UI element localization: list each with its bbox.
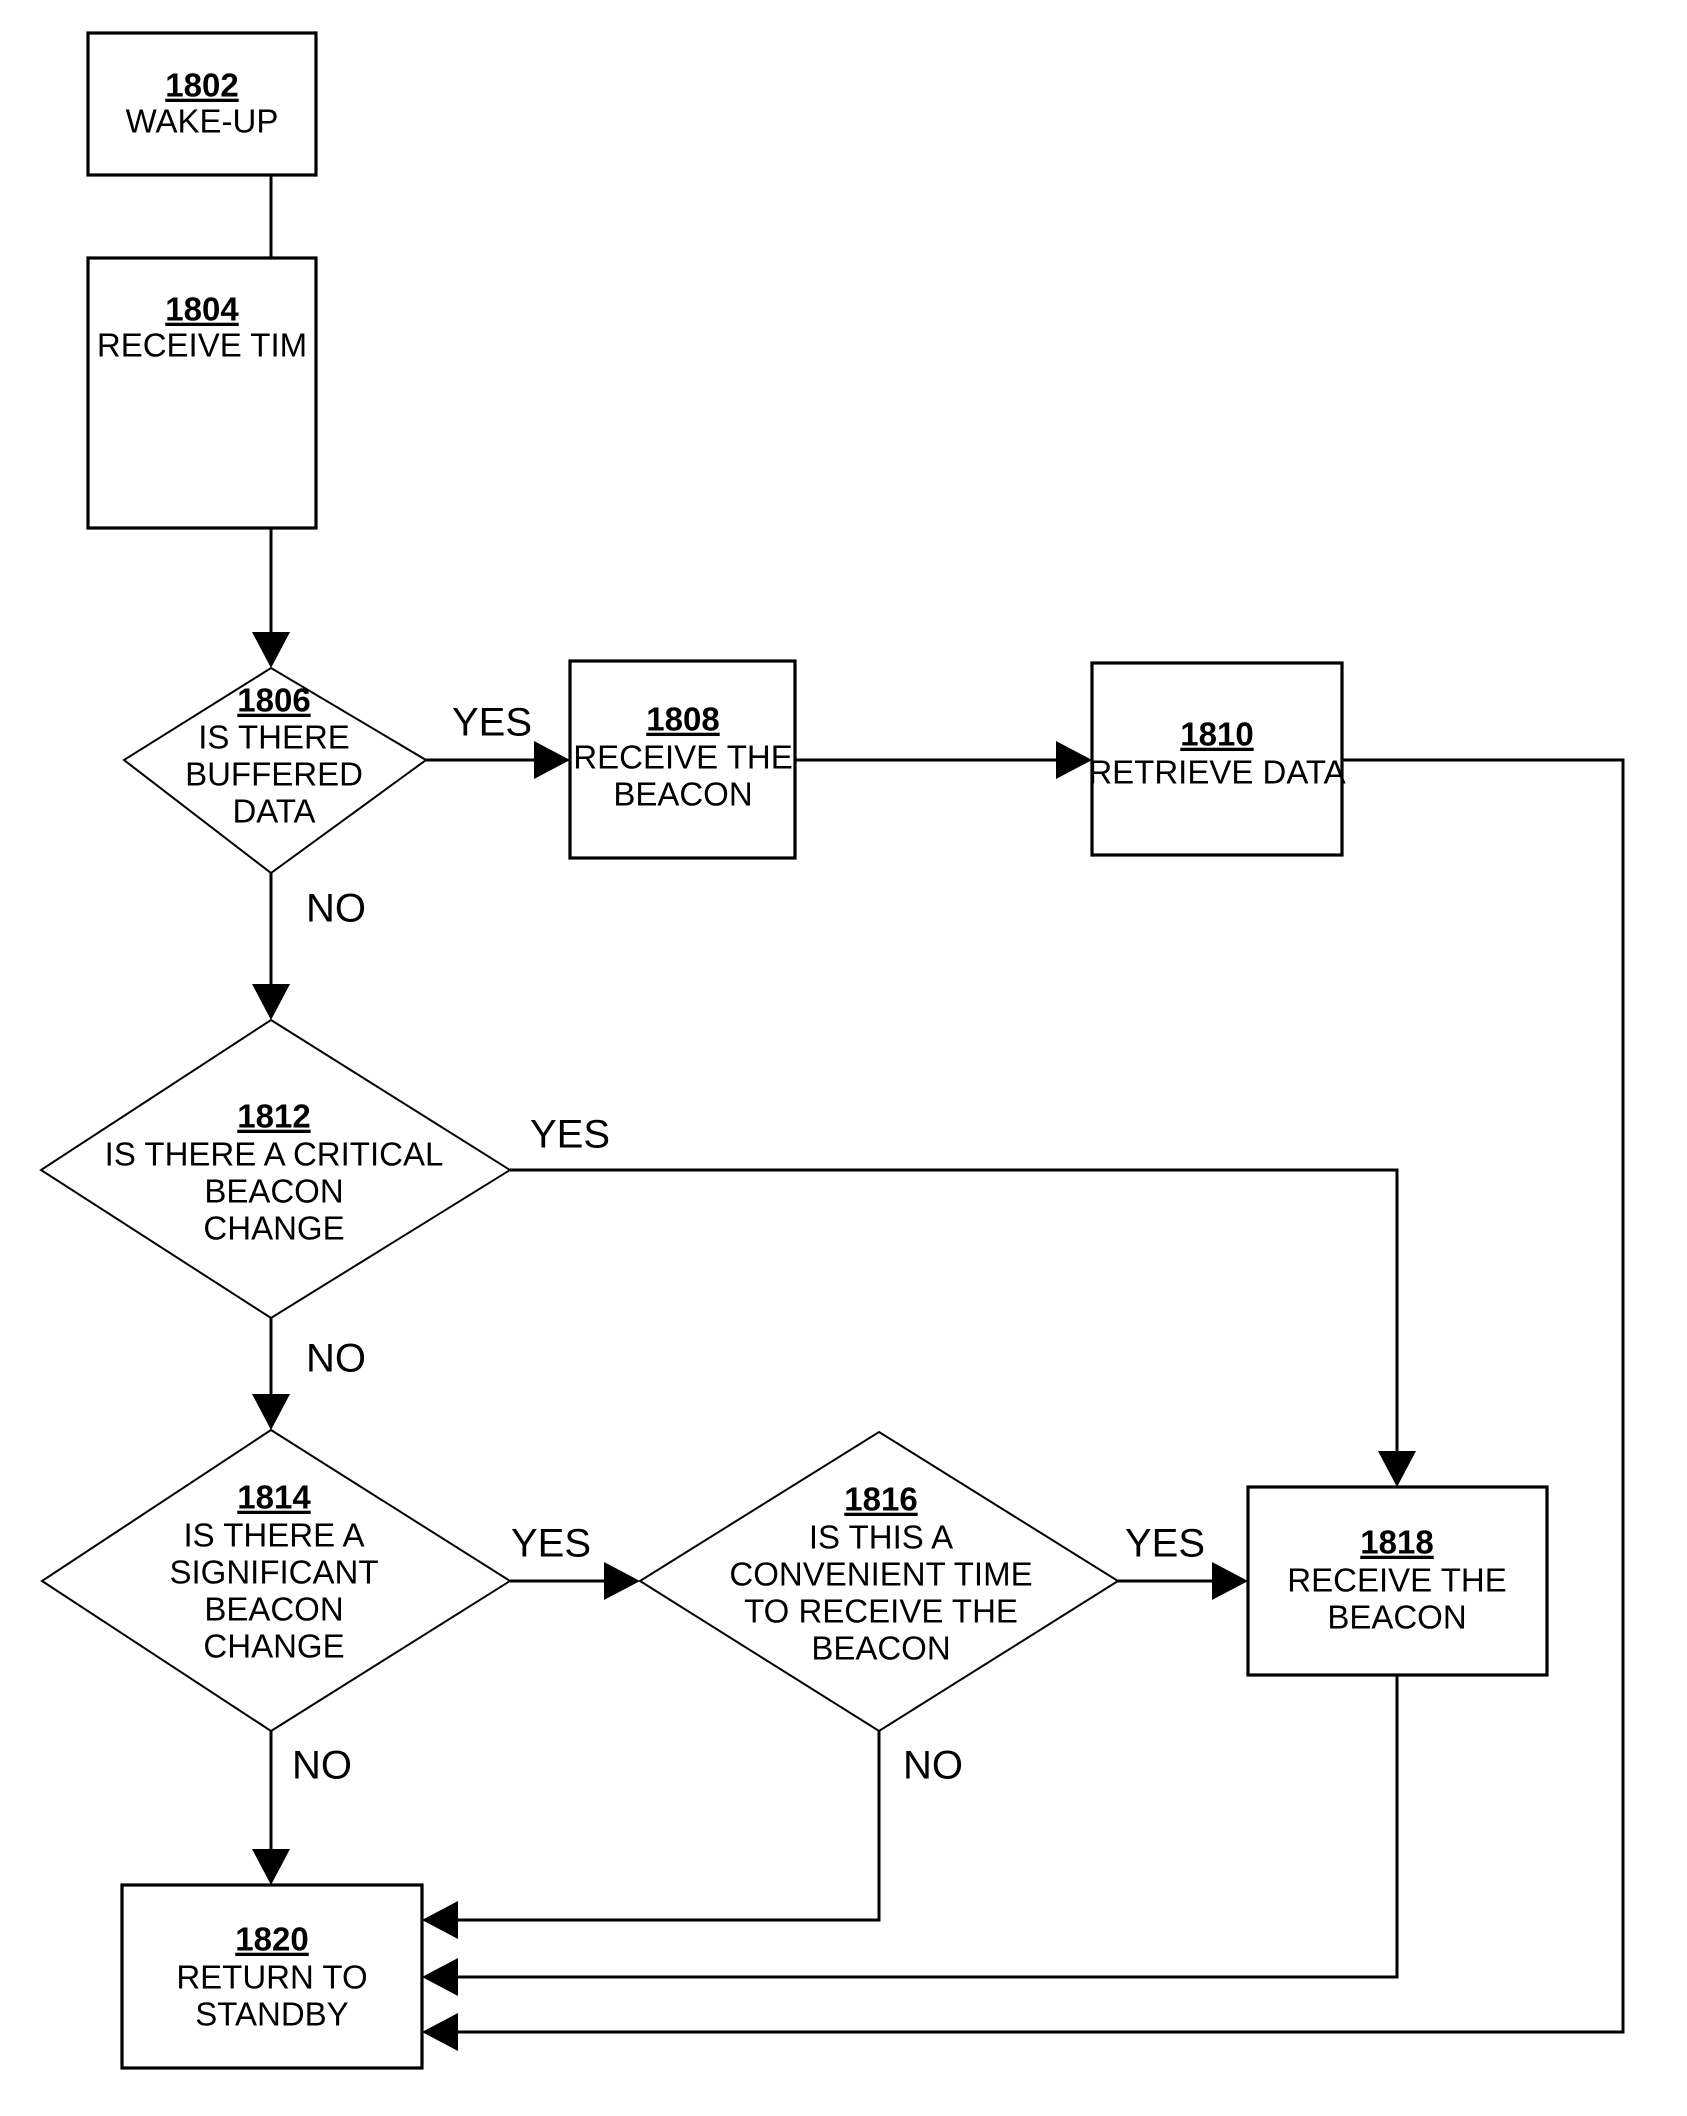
node-1816-ref: 1816 (844, 1481, 917, 1518)
node-1804-ref: 1804 (165, 291, 239, 328)
node-1806-line-0: IS THERE (198, 719, 350, 756)
edge-label-1806-yes: YES (452, 701, 532, 745)
arrowhead-icon (422, 1901, 458, 1939)
node-1802-line-0: WAKE-UP (126, 103, 279, 140)
flowchart-figure: 1802 WAKE-UP 1804 RECEIVE TIM 1806 IS TH… (0, 0, 1687, 2116)
arrowhead-icon (252, 984, 290, 1020)
node-1814-line-0: IS THERE A (184, 1517, 365, 1554)
node-1802[interactable]: 1802 WAKE-UP (86, 31, 318, 177)
edge-label-1812-no: NO (306, 1337, 366, 1381)
node-1812[interactable]: 1812 IS THERE A CRITICAL BEACON CHANGE (39, 1018, 512, 1320)
arrowhead-icon (1378, 1451, 1416, 1487)
edge-1818-to-1820 (422, 1675, 1399, 1996)
edge-label-1816-no: NO (903, 1744, 963, 1788)
arrowhead-icon (604, 1562, 640, 1600)
node-1812-line-1: BEACON (204, 1173, 343, 1210)
node-1806[interactable]: 1806 IS THERE BUFFERED DATA (122, 666, 428, 875)
node-1808-line-1: BEACON (613, 776, 752, 813)
edge-1804-to-1806 (252, 528, 290, 668)
node-1806-line-1: BUFFERED (185, 756, 363, 793)
node-1818-ref: 1818 (1360, 1524, 1433, 1561)
node-1816[interactable]: 1816 IS THIS A CONVENIENT TIME TO RECEIV… (638, 1430, 1120, 1733)
arrowhead-icon (534, 741, 570, 779)
node-1810[interactable]: 1810 RETRIEVE DATA (1088, 661, 1346, 857)
node-1818[interactable]: 1818 RECEIVE THE BEACON (1246, 1485, 1549, 1677)
arrowhead-icon (422, 2013, 458, 2051)
node-1814[interactable]: 1814 IS THERE A SIGNIFICANT BEACON CHANG… (40, 1428, 512, 1733)
arrowhead-icon (252, 632, 290, 668)
flowchart-canvas: 1802 WAKE-UP 1804 RECEIVE TIM 1806 IS TH… (39, 31, 1625, 2070)
node-1808-line-0: RECEIVE THE (573, 739, 792, 776)
node-1816-line-3: BEACON (811, 1630, 950, 1667)
node-1804[interactable]: 1804 RECEIVE TIM (86, 256, 318, 530)
node-1816-line-2: TO RECEIVE THE (744, 1593, 1018, 1630)
edge-label-1812-yes: YES (530, 1113, 610, 1157)
edge-1808-to-1810 (795, 741, 1092, 779)
edge-1816-no-to-1820 (422, 1731, 881, 1939)
node-1810-line-0: RETRIEVE DATA (1088, 754, 1345, 791)
edge-label-1814-yes: YES (511, 1522, 591, 1566)
arrowhead-icon (252, 1849, 290, 1885)
node-1814-line-1: SIGNIFICANT (169, 1554, 378, 1591)
node-1808-ref: 1808 (646, 701, 719, 738)
node-1812-line-0: IS THERE A CRITICAL (105, 1136, 444, 1173)
node-1820-ref: 1820 (235, 1921, 308, 1958)
edge-1812-yes-to-1818 (510, 1168, 1416, 1487)
node-1812-line-2: CHANGE (203, 1210, 344, 1247)
node-1814-ref: 1814 (237, 1479, 311, 1516)
node-1820[interactable]: 1820 RETURN TO STANDBY (120, 1883, 424, 2070)
edge-label-1814-no: NO (292, 1744, 352, 1788)
node-1820-line-0: RETURN TO (176, 1959, 367, 1996)
edge-1814-yes-to-1816 (510, 1562, 640, 1600)
arrowhead-icon (1212, 1562, 1248, 1600)
node-1816-line-1: CONVENIENT TIME (729, 1556, 1032, 1593)
node-1812-ref: 1812 (237, 1098, 310, 1135)
node-1806-line-2: DATA (232, 793, 315, 830)
arrowhead-icon (422, 1958, 458, 1996)
edge-1806-no-to-1812 (252, 873, 290, 1020)
node-1818-line-1: BEACON (1327, 1599, 1466, 1636)
edge-label-1806-no: NO (306, 887, 366, 931)
node-1820-line-1: STANDBY (195, 1996, 348, 2033)
node-1814-line-3: CHANGE (203, 1628, 344, 1665)
edge-1806-yes-to-1808 (426, 741, 570, 779)
arrowhead-icon (252, 1394, 290, 1430)
node-1818-line-0: RECEIVE THE (1287, 1562, 1506, 1599)
edge-1816-yes-to-1818 (1118, 1562, 1248, 1600)
node-1808[interactable]: 1808 RECEIVE THE BEACON (568, 659, 797, 860)
node-1804-line-0: RECEIVE TIM (97, 327, 307, 364)
node-1816-line-0: IS THIS A (809, 1519, 953, 1556)
edge-1814-no-to-1820 (252, 1731, 290, 1885)
node-1814-line-2: BEACON (204, 1591, 343, 1628)
edge-label-1816-yes: YES (1125, 1522, 1205, 1566)
node-1802-ref: 1802 (165, 67, 238, 104)
arrowhead-icon (1056, 741, 1092, 779)
edge-1810-to-1820 (422, 758, 1625, 2051)
edge-1812-no-to-1814 (252, 1318, 290, 1430)
node-1806-ref: 1806 (237, 682, 310, 719)
node-1810-ref: 1810 (1180, 716, 1253, 753)
